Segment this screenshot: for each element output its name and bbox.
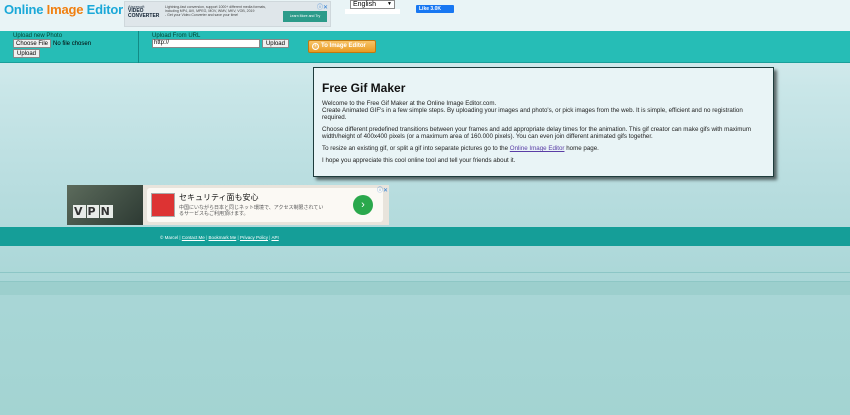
logo-word-image: Image (46, 2, 84, 17)
language-panel (345, 9, 400, 14)
transitions-paragraph: Choose different predefined transitions … (322, 126, 751, 140)
page-stripe (0, 272, 850, 273)
footer-link-bookmark[interactable]: Bookmark Me (209, 235, 237, 240)
upload-button[interactable]: Upload (13, 49, 41, 58)
choose-file-button[interactable]: Choose File (13, 39, 52, 48)
chevron-down-icon: ▼ (387, 1, 392, 7)
page-title: Free Gif Maker (322, 81, 406, 95)
language-select[interactable]: English ▼ (350, 0, 395, 9)
ad-cta-button[interactable]: Learn More and Try (283, 11, 327, 22)
logo-word-online: Online (4, 2, 44, 17)
footer-link-contact[interactable]: Contact Me (182, 235, 205, 240)
footer-link-privacy[interactable]: Privacy Policy (240, 235, 268, 240)
url-input[interactable]: http:// (152, 39, 260, 48)
like-label: Like 3.0K (419, 6, 441, 12)
toolbar-divider (138, 31, 139, 63)
resize-text-before: To resize an existing gif, or split a gi… (322, 145, 510, 152)
footer-link-api[interactable]: API (271, 235, 278, 240)
ad-banner-text: 中国にいながら日本と同じネット環境で、アクセス制限されているサービスもご利用頂け… (179, 205, 324, 217)
footer: © Marcel | Contact Me | Bookmark Me | Pr… (0, 227, 850, 246)
language-value: English (353, 1, 376, 8)
online-image-editor-link[interactable]: Online Image Editor (510, 145, 565, 152)
url-upload-button[interactable]: Upload (261, 39, 289, 48)
ad-banner-title: セキュリティ面も安心 (179, 193, 259, 202)
ad-brand-name: VIDEO CONVERTER (128, 8, 160, 19)
upload-from-url-section: Upload From URL http:// Upload (152, 33, 289, 48)
ad-close-icon[interactable]: ⓘ✕ (317, 2, 328, 11)
upload-toolbar: Upload new Photo Choose File No file chos… (0, 31, 850, 63)
to-image-editor-button[interactable]: › To Image Editor (308, 40, 376, 53)
resize-paragraph: To resize an existing gif, or split a gi… (322, 145, 765, 152)
footer-links: © Marcel | Contact Me | Bookmark Me | Pr… (160, 235, 279, 240)
closing-paragraph: I hope you appreciate this cool online t… (322, 157, 516, 164)
ad-card: セキュリティ面も安心 中国にいながら日本と同じネット環境で、アクセス制限されてい… (147, 188, 383, 222)
arrow-right-icon: › (312, 43, 319, 50)
vpn-advertisement[interactable]: VPN セキュリティ面も安心 中国にいながら日本と同じネット環境で、アクセス制限… (67, 185, 389, 225)
intro-line2: Create Animated GIF's in a few simple st… (322, 107, 743, 121)
file-status: No file chosen (53, 41, 92, 47)
resize-text-after: home page. (564, 145, 599, 152)
top-advertisement[interactable]: Aiseesoft VIDEO CONVERTER Lightning-fast… (124, 1, 331, 27)
ad-thumbnail (151, 193, 175, 217)
intro-paragraph: Welcome to the Free Gif Maker at the Onl… (322, 100, 765, 121)
gif-maker-info-box: Free Gif Maker Welcome to the Free Gif M… (313, 67, 774, 177)
ad-text: Lightning-fast conversion, support 1000+… (165, 5, 275, 17)
vpn-keyboard-image: VPN (67, 185, 143, 225)
ad-brand: Aiseesoft VIDEO CONVERTER (128, 4, 160, 19)
facebook-like-button[interactable]: Like 3.0K (416, 5, 454, 13)
logo-word-editor: Editor (86, 2, 124, 17)
ad-text-line2: - Get your Video Converter and save your… (165, 13, 239, 17)
upload-new-photo-section: Upload new Photo Choose File No file chos… (13, 33, 91, 58)
site-logo[interactable]: Online Image Editor (4, 2, 123, 17)
ad-go-arrow-icon[interactable]: › (353, 195, 373, 215)
ad-banner-close-icon[interactable]: ⓘ✕ (377, 185, 388, 194)
header: Online Image Editor Aiseesoft VIDEO CONV… (0, 0, 850, 31)
footer-copyright: © Marcel (160, 235, 179, 240)
page-band (0, 281, 850, 295)
ad-text-line1: Lightning-fast conversion, support 1000+… (165, 5, 267, 13)
intro-line1: Welcome to the Free Gif Maker at the Onl… (322, 100, 497, 107)
to-image-editor-label: To Image Editor (321, 43, 366, 49)
